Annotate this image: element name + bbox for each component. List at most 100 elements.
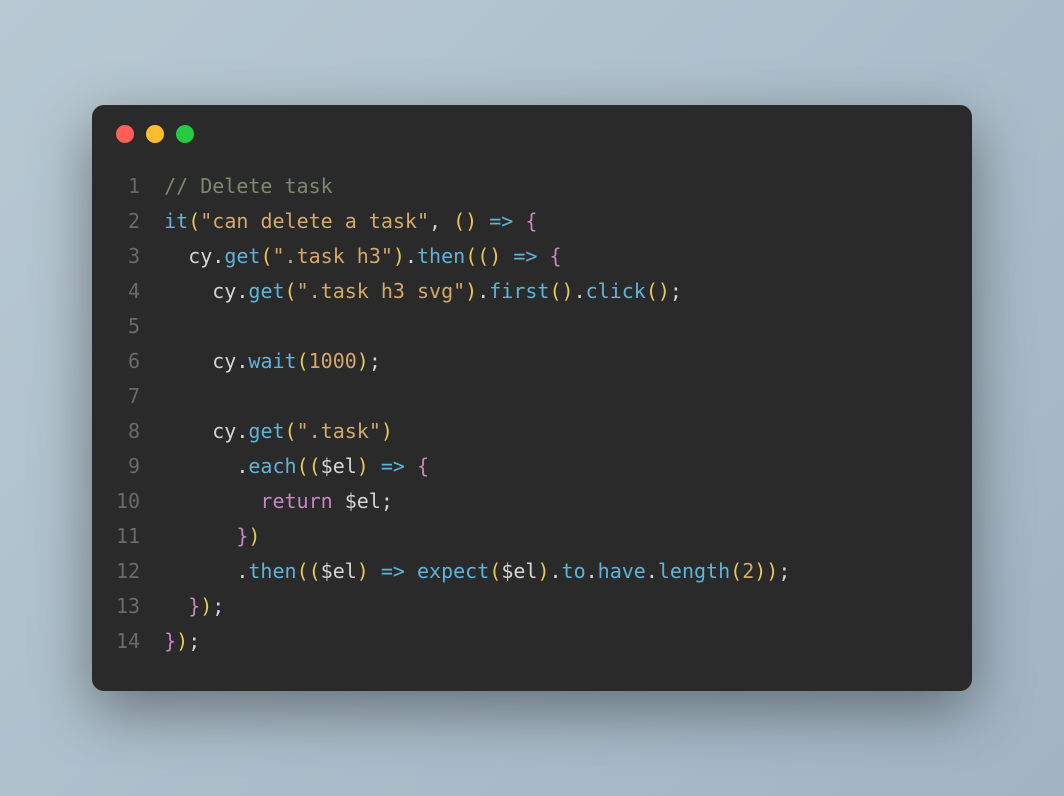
line-number: 14 [116,624,140,659]
token-punct [164,559,236,583]
token-num: 1000 [309,349,357,373]
code-line[interactable]: cy.get(".task h3").then(() => { [164,239,790,274]
token-punct: ; [778,559,790,583]
token-arrow: => [513,244,537,268]
token-paren: ) [489,244,501,268]
token-arrow: => [381,559,405,583]
line-number: 10 [116,484,140,519]
code-line[interactable]: .each(($el) => { [164,449,790,484]
code-line[interactable]: cy.get(".task") [164,414,790,449]
token-paren: ( [285,419,297,443]
token-num: 2 [742,559,754,583]
token-punct [513,209,525,233]
code-window: 1234567891011121314 // Delete taskit("ca… [92,105,972,691]
token-punct [164,279,212,303]
token-punct: ; [670,279,682,303]
token-dot: . [236,279,248,303]
token-paren: ( [297,559,309,583]
token-paren: ( [309,454,321,478]
line-number: 12 [116,554,140,589]
token-punct [405,559,417,583]
token-punct: ; [212,594,224,618]
token-dot: . [574,279,586,303]
token-prop: first [489,279,549,303]
token-arrow: => [381,454,405,478]
line-number: 9 [116,449,140,484]
token-arrow: => [489,209,513,233]
code-line[interactable]: }); [164,624,790,659]
close-icon[interactable] [116,125,134,143]
token-prop: have [598,559,646,583]
code-line[interactable]: // Delete task [164,169,790,204]
token-brace: } [188,594,200,618]
token-paren: ( [646,279,658,303]
line-number: 3 [116,239,140,274]
token-punct [333,489,345,513]
token-punct [164,419,212,443]
token-punct [501,244,513,268]
code-line[interactable]: cy.wait(1000); [164,344,790,379]
line-number: 4 [116,274,140,309]
code-editor[interactable]: 1234567891011121314 // Delete taskit("ca… [92,153,972,691]
token-dot: . [586,559,598,583]
token-prop: get [248,419,284,443]
titlebar [92,105,972,153]
token-punct [164,349,212,373]
token-paren: ) [562,279,574,303]
token-paren: ( [465,244,477,268]
token-ident: $el [345,489,381,513]
code-content[interactable]: // Delete task it ( "can delete a task", ()… [164,169,790,659]
token-ident: cy [212,279,236,303]
token-punct [369,454,381,478]
token-paren: ) [248,524,260,548]
code-line[interactable]: }) [164,519,790,554]
token-prop: wait [248,349,296,373]
code-line[interactable]: }); [164,589,790,624]
token-paren: ( [285,279,297,303]
token-paren: ) [658,279,670,303]
token-punct [369,559,381,583]
token-punct: ; [369,349,381,373]
token-ident: $el [321,454,357,478]
token-dot: . [477,279,489,303]
token-ident: cy [212,349,236,373]
code-line[interactable] [164,379,790,414]
token-ident: $el [501,559,537,583]
token-prop: get [248,279,284,303]
token-paren: ) [200,594,212,618]
token-brace: } [236,524,248,548]
token-dot: . [549,559,561,583]
code-line[interactable]: it("can delete a task", () => { [164,204,790,239]
code-line[interactable]: return $el; [164,484,790,519]
token-dot: . [236,419,248,443]
token-func: it [164,209,188,233]
token-ident: cy [188,244,212,268]
token-punct: ; [381,489,393,513]
token-punct [164,454,236,478]
token-paren: ) [766,559,778,583]
token-punct [405,454,417,478]
code-line[interactable] [164,309,790,344]
token-punct [164,594,188,618]
line-number: 6 [116,344,140,379]
token-prop: then [248,559,296,583]
token-ident: cy [212,419,236,443]
token-paren: ) [357,559,369,583]
token-ident: $el [321,559,357,583]
line-number: 5 [116,309,140,344]
token-dot: . [405,244,417,268]
line-number-gutter: 1234567891011121314 [116,169,164,659]
minimize-icon[interactable] [146,125,164,143]
code-line[interactable]: .then(($el) => expect($el).to.have.lengt… [164,554,790,589]
token-paren: ) [176,629,188,653]
token-paren: ( [549,279,561,303]
code-line[interactable]: cy.get(".task h3 svg").first().click(); [164,274,790,309]
token-string: "can delete a task" [200,209,429,233]
zoom-icon[interactable] [176,125,194,143]
token-paren: ) [393,244,405,268]
token-paren: ( [477,244,489,268]
token-punct: , [429,209,453,233]
token-paren: ( [453,209,465,233]
line-number: 1 [116,169,140,204]
token-paren: ( [309,559,321,583]
